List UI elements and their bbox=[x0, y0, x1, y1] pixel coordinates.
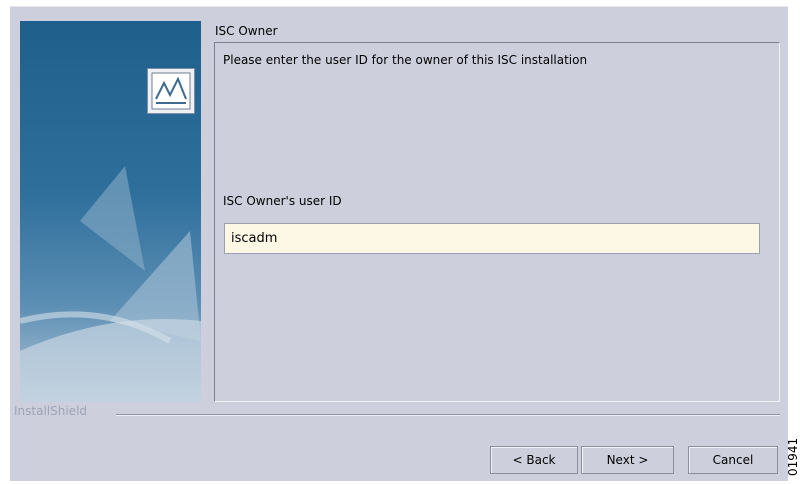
cancel-button[interactable]: Cancel bbox=[688, 446, 778, 474]
footer-separator bbox=[116, 414, 780, 416]
userid-input[interactable] bbox=[224, 223, 760, 254]
back-button[interactable]: < Back bbox=[490, 446, 578, 474]
installshield-brand-label: InstallShield bbox=[14, 404, 88, 418]
next-button[interactable]: Next > bbox=[581, 446, 674, 474]
userid-field-label: ISC Owner's user ID bbox=[223, 194, 342, 208]
instruction-text: Please enter the user ID for the owner o… bbox=[223, 53, 588, 67]
content-panel: Please enter the user ID for the owner o… bbox=[214, 42, 780, 402]
installshield-logo-icon bbox=[147, 68, 195, 114]
figure-number: 01941 bbox=[786, 437, 800, 477]
step-title: ISC Owner bbox=[215, 24, 278, 38]
installer-side-graphic bbox=[20, 21, 201, 402]
